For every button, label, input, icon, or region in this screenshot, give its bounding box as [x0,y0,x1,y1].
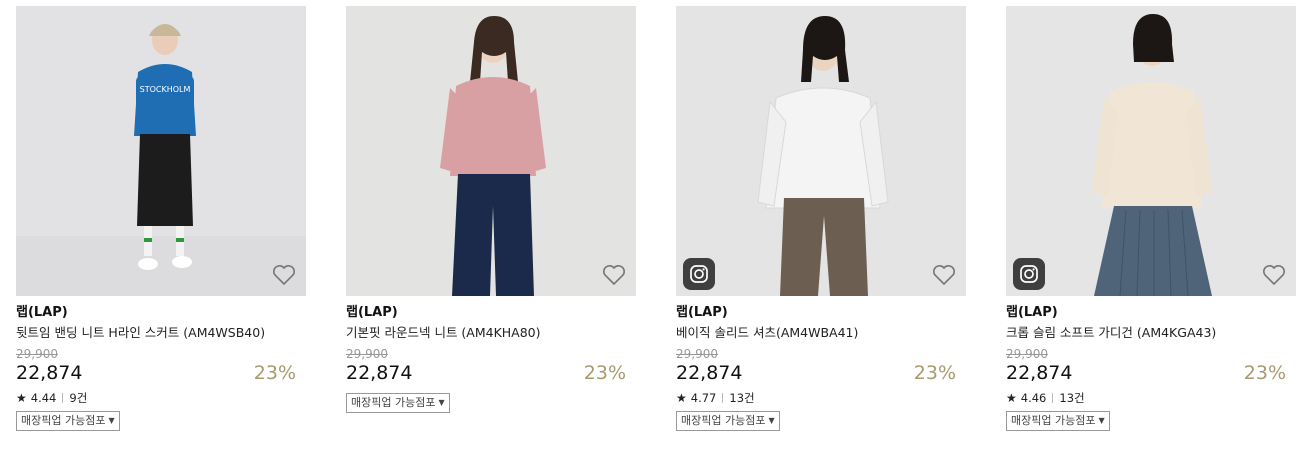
sale-price: 22,874 [346,362,413,384]
divider [62,393,64,403]
discount-rate: 23% [583,362,626,384]
store-pickup-dropdown[interactable]: 매장픽업 가능점포 ▼ [16,411,120,431]
review-count: 13건 [1059,391,1085,405]
star-icon: ★ [1006,391,1017,405]
product-image[interactable] [676,6,966,296]
product-brand: 랩(LAP) [1006,305,1058,320]
product-card[interactable]: 랩(LAP) 베이직 솔리드 셔츠(AM4WBA41) 29,900 22,87… [676,6,966,431]
product-name[interactable]: 크롭 슬림 소프트 가디건 (AM4KGA43) [1006,324,1296,342]
sale-price: 22,874 [676,362,743,384]
instagram-icon[interactable] [683,258,715,290]
store-pickup-label: 매장픽업 가능점포 [1011,414,1096,427]
price-row: 22,874 23% [16,361,306,385]
product-photo [676,6,966,296]
product-photo [1006,6,1296,296]
sale-price: 22,874 [1006,362,1073,384]
review-count: 13건 [729,391,755,405]
original-price: 29,900 [676,347,718,361]
product-image[interactable] [1006,6,1296,296]
instagram-icon[interactable] [1013,258,1045,290]
product-photo: STOCKHOLM [16,6,306,296]
discount-rate: 23% [253,362,296,384]
discount-rate: 23% [1243,362,1286,384]
sale-price: 22,874 [16,362,83,384]
divider [1052,393,1054,403]
rating-row: ★ 4.77 13건 [676,390,966,406]
product-name[interactable]: 기본핏 라운드넥 니트 (AM4KHA80) [346,324,636,342]
product-image[interactable]: STOCKHOLM [16,6,306,296]
product-card[interactable]: STOCKHOLM 랩(LAP) 뒷트임 밴딩 니트 H라인 스커트 (AM4W… [16,6,306,431]
store-pickup-dropdown[interactable]: 매장픽업 가능점포 ▼ [676,411,780,431]
product-name[interactable]: 베이직 솔리드 셔츠(AM4WBA41) [676,324,966,342]
rating-value: 4.44 [30,391,57,405]
price-row: 22,874 23% [346,361,636,385]
original-price: 29,900 [346,347,388,361]
rating-value: 4.46 [1020,391,1047,405]
price-row: 22,874 23% [1006,361,1296,385]
product-brand: 랩(LAP) [676,305,728,320]
wishlist-heart-icon[interactable] [602,264,626,286]
caret-down-icon: ▼ [108,416,115,425]
store-pickup-label: 매장픽업 가능점포 [681,414,766,427]
product-photo [346,6,636,296]
rating-value: 4.77 [690,391,717,405]
wishlist-heart-icon[interactable] [932,264,956,286]
discount-rate: 23% [913,362,956,384]
product-brand: 랩(LAP) [346,305,398,320]
caret-down-icon: ▼ [1098,416,1105,425]
divider [722,393,724,403]
product-card[interactable]: 랩(LAP) 크롭 슬림 소프트 가디건 (AM4KGA43) 29,900 2… [1006,6,1296,431]
review-count: 9건 [69,391,88,405]
caret-down-icon: ▼ [768,416,775,425]
store-pickup-dropdown[interactable]: 매장픽업 가능점포 ▼ [346,393,450,413]
product-card[interactable]: 랩(LAP) 기본핏 라운드넥 니트 (AM4KHA80) 29,900 22,… [346,6,636,413]
caret-down-icon: ▼ [438,398,445,407]
svg-text:STOCKHOLM: STOCKHOLM [140,85,191,94]
product-grid: STOCKHOLM 랩(LAP) 뒷트임 밴딩 니트 H라인 스커트 (AM4W… [0,0,1299,472]
rating-row: ★ 4.44 9건 [16,390,306,406]
store-pickup-label: 매장픽업 가능점포 [351,396,436,409]
rating-row: ★ 4.46 13건 [1006,390,1296,406]
product-brand: 랩(LAP) [16,305,68,320]
original-price: 29,900 [16,347,58,361]
wishlist-heart-icon[interactable] [1262,264,1286,286]
original-price: 29,900 [1006,347,1048,361]
star-icon: ★ [16,391,27,405]
wishlist-heart-icon[interactable] [272,264,296,286]
star-icon: ★ [676,391,687,405]
store-pickup-dropdown[interactable]: 매장픽업 가능점포 ▼ [1006,411,1110,431]
product-name[interactable]: 뒷트임 밴딩 니트 H라인 스커트 (AM4WSB40) [16,324,306,342]
price-row: 22,874 23% [676,361,966,385]
store-pickup-label: 매장픽업 가능점포 [21,414,106,427]
product-image[interactable] [346,6,636,296]
